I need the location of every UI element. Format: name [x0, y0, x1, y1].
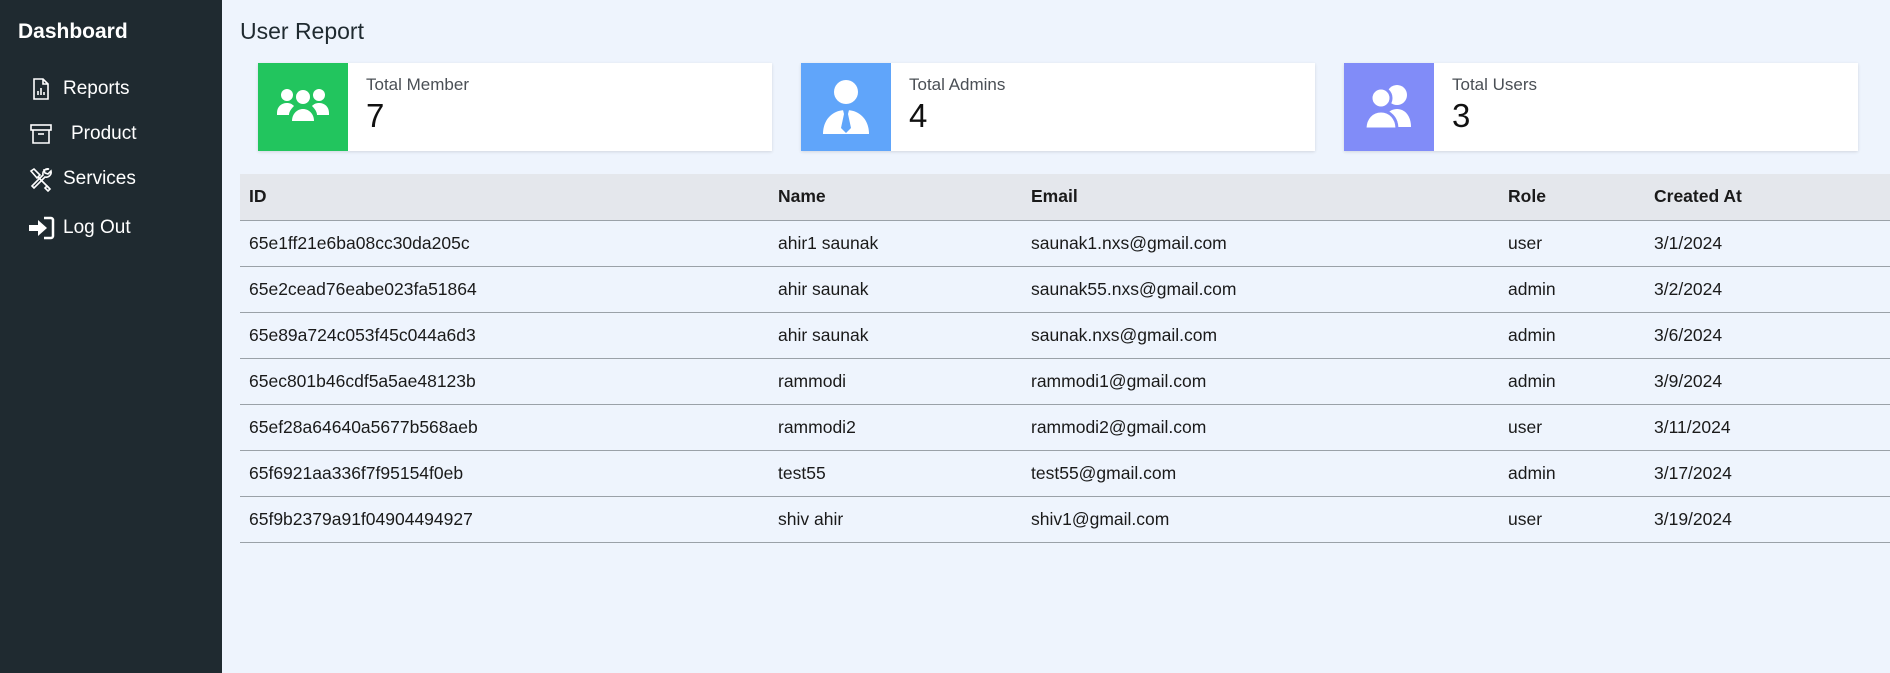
cell-role: user [1499, 496, 1645, 543]
cell-created-at: 3/6/2024 [1645, 312, 1890, 359]
cell-email: rammodi1@gmail.com [1022, 358, 1499, 405]
cell-name: ahir saunak [769, 266, 1022, 313]
logout-icon [27, 214, 55, 242]
report-icon [27, 75, 55, 103]
cell-id: 65ec801b46cdf5a5ae48123b [240, 358, 769, 405]
table-row: 65f6921aa336f7f95154f0eb test55 test55@g… [240, 450, 1890, 497]
sidebar-item-reports[interactable]: Reports [0, 66, 222, 111]
cell-email: rammodi2@gmail.com [1022, 404, 1499, 451]
stat-card-total-admins: Total Admins 4 [801, 63, 1315, 151]
column-header-role: Role [1499, 174, 1645, 221]
users-icon [1344, 63, 1434, 151]
cell-id: 65f9b2379a91f04904494927 [240, 496, 769, 543]
cell-created-at: 3/9/2024 [1645, 358, 1890, 405]
cell-role: admin [1499, 450, 1645, 497]
users-group-icon [258, 63, 348, 151]
sidebar-item-label: Log Out [63, 216, 131, 238]
cell-id: 65e89a724c053f45c044a6d3 [240, 312, 769, 359]
table-header-row: ID Name Email Role Created At [240, 174, 1890, 221]
cell-name: test55 [769, 450, 1022, 497]
user-table-container: ID Name Email Role Created At 65e1ff21e6… [240, 174, 1890, 543]
cell-id: 65e2cead76eabe023fa51864 [240, 266, 769, 313]
cell-created-at: 3/19/2024 [1645, 496, 1890, 543]
cell-name: ahir saunak [769, 312, 1022, 359]
column-header-email: Email [1022, 174, 1499, 221]
card-body: Total Member 7 [348, 63, 469, 151]
card-value: 4 [909, 97, 928, 134]
sidebar-item-label: Product [71, 122, 137, 144]
cell-email: saunak1.nxs@gmail.com [1022, 220, 1499, 267]
user-table: ID Name Email Role Created At 65e1ff21e6… [240, 174, 1890, 543]
cell-email: test55@gmail.com [1022, 450, 1499, 497]
cell-created-at: 3/1/2024 [1645, 220, 1890, 267]
cell-created-at: 3/2/2024 [1645, 266, 1890, 313]
sidebar-item-services[interactable]: Services [0, 156, 222, 201]
cell-name: rammodi2 [769, 404, 1022, 451]
sidebar-item-label: Services [63, 167, 136, 189]
card-label: Total Users [1452, 75, 1538, 94]
cell-role: user [1499, 404, 1645, 451]
card-body: Total Users 3 [1434, 63, 1537, 151]
app-root: Dashboard Reports Product Services Log O… [0, 0, 1890, 673]
sidebar-nav: Reports Product Services Log Out [0, 66, 222, 250]
stat-card-total-users: Total Users 3 [1344, 63, 1858, 151]
cell-email: shiv1@gmail.com [1022, 496, 1499, 543]
card-value: 3 [1452, 97, 1471, 134]
table-row: 65e1ff21e6ba08cc30da205c ahir1 saunak sa… [240, 220, 1890, 267]
table-row: 65e2cead76eabe023fa51864 ahir saunak sau… [240, 266, 1890, 313]
cell-role: admin [1499, 358, 1645, 405]
sidebar-item-logout[interactable]: Log Out [0, 205, 222, 250]
table-row: 65ec801b46cdf5a5ae48123b rammodi rammodi… [240, 358, 1890, 405]
cell-name: rammodi [769, 358, 1022, 405]
cell-role: admin [1499, 312, 1645, 359]
stat-cards: Total Member 7 Total Admins 4 Total User… [240, 63, 1890, 151]
cell-role: user [1499, 220, 1645, 267]
admin-person-icon [801, 63, 891, 151]
cell-role: admin [1499, 266, 1645, 313]
card-label: Total Member [366, 75, 469, 94]
cell-created-at: 3/17/2024 [1645, 450, 1890, 497]
column-header-id: ID [240, 174, 769, 221]
sidebar-brand[interactable]: Dashboard [0, 20, 222, 44]
table-row: 65e89a724c053f45c044a6d3 ahir saunak sau… [240, 312, 1890, 359]
cell-id: 65f6921aa336f7f95154f0eb [240, 450, 769, 497]
main-content: User Report Total Member 7 Total Admins … [222, 0, 1890, 673]
table-row: 65ef28a64640a5677b568aeb rammodi2 rammod… [240, 404, 1890, 451]
cell-name: ahir1 saunak [769, 220, 1022, 267]
cell-id: 65ef28a64640a5677b568aeb [240, 404, 769, 451]
column-header-created-at: Created At [1645, 174, 1890, 221]
card-body: Total Admins 4 [891, 63, 1005, 151]
stat-card-total-member: Total Member 7 [258, 63, 772, 151]
sidebar-item-label: Reports [63, 77, 130, 99]
table-row: 65f9b2379a91f04904494927 shiv ahir shiv1… [240, 496, 1890, 543]
cell-email: saunak55.nxs@gmail.com [1022, 266, 1499, 313]
page-title: User Report [240, 18, 364, 44]
sidebar-item-product[interactable]: Product [0, 111, 222, 156]
cell-created-at: 3/11/2024 [1645, 404, 1890, 451]
cell-name: shiv ahir [769, 496, 1022, 543]
sidebar: Dashboard Reports Product Services Log O… [0, 0, 222, 673]
column-header-name: Name [769, 174, 1022, 221]
cell-email: saunak.nxs@gmail.com [1022, 312, 1499, 359]
archive-box-icon [27, 120, 55, 148]
tools-icon [27, 165, 55, 193]
card-label: Total Admins [909, 75, 1006, 94]
card-value: 7 [366, 97, 385, 134]
cell-id: 65e1ff21e6ba08cc30da205c [240, 220, 769, 267]
